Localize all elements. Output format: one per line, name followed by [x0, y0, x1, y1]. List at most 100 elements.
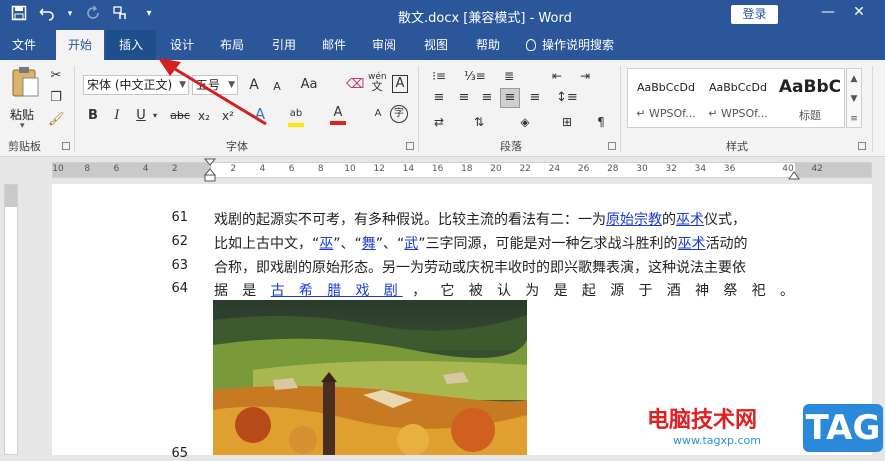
change-case-icon[interactable]: Aa: [298, 77, 320, 93]
hyperlink[interactable]: 古 希 腊 戏 剧: [271, 283, 403, 299]
style-wpsoffice-2[interactable]: AaBbCcDd ↵ WPSOf...: [702, 69, 774, 127]
scroll-up-icon[interactable]: ▲: [847, 69, 861, 89]
format-painter-icon[interactable]: 🖌: [48, 112, 65, 128]
ruler-number: 4: [142, 164, 149, 174]
touch-mode-icon[interactable]: [112, 5, 130, 23]
scroll-down-icon[interactable]: ▼: [847, 89, 861, 109]
paste-button[interactable]: 粘贴 ▾: [8, 66, 42, 131]
minimize-icon[interactable]: —: [820, 4, 836, 24]
vertical-ruler[interactable]: [0, 182, 22, 455]
increase-indent-icon[interactable]: ⇥: [576, 68, 594, 84]
paragraph-line[interactable]: 比如上古中文，“巫”、“舞”、“武”三字同源，可能是对一种乞求战斗胜利的巫术活动…: [214, 233, 794, 253]
shading-bucket-icon[interactable]: ◈: [516, 114, 534, 130]
phonetic-guide-icon[interactable]: wén 文: [368, 72, 387, 93]
hyperlink[interactable]: 原始宗教: [606, 212, 662, 228]
watermark-logo: TAG: [803, 404, 883, 452]
align-right-icon[interactable]: ≡: [478, 90, 496, 106]
tell-me-search[interactable]: 操作说明搜索: [526, 30, 638, 60]
line-spacing-icon[interactable]: ↕≡: [556, 90, 578, 106]
numbering-icon[interactable]: ⅓≡: [464, 68, 486, 84]
photo-image: [213, 300, 527, 455]
shading-icon[interactable]: A: [370, 106, 386, 122]
cut-icon[interactable]: ✂: [48, 68, 64, 84]
horizontal-ruler[interactable]: 10 8 6 4 2 2 4 6 8 10 12 14 16 18 20 22 24 26 28 30 32 34 36 40…: [0, 157, 885, 182]
undo-icon[interactable]: [38, 5, 56, 23]
right-indent-marker-icon[interactable]: [788, 169, 800, 181]
font-launcher-icon[interactable]: [406, 142, 414, 150]
undo-dropdown-icon[interactable]: ▾: [66, 5, 74, 23]
paragraph-launcher-icon[interactable]: [608, 142, 616, 150]
tab-help[interactable]: 帮助: [466, 30, 510, 60]
more-styles-icon[interactable]: ≡: [847, 109, 861, 129]
chevron-down-icon[interactable]: ▾: [150, 108, 160, 124]
tab-view[interactable]: 视图: [414, 30, 458, 60]
tab-layout[interactable]: 布局: [210, 30, 254, 60]
tab-insert[interactable]: 插入: [106, 30, 156, 60]
font-color-icon[interactable]: A: [330, 105, 346, 125]
tab-file[interactable]: 文件: [0, 30, 48, 60]
paragraph-line[interactable]: 合称，即戏剧的原始形态。另一为劳动或庆祝丰收时的即兴歌舞表演，这种说法主要依: [214, 257, 794, 277]
font-size-combo[interactable]: 五号 ▼: [192, 75, 238, 95]
clipboard-group-label: 剪贴板: [8, 140, 41, 153]
tab-design[interactable]: 设计: [160, 30, 204, 60]
paragraph-line[interactable]: 戏剧的起源实不可考，有多种假说。比较主流的看法有二：一为原始宗教的巫术仪式，: [214, 209, 794, 229]
hyperlink[interactable]: 巫术: [678, 236, 706, 252]
underline-button[interactable]: U: [134, 108, 148, 124]
character-border-icon[interactable]: A: [392, 75, 408, 93]
customize-icon[interactable]: ▾: [140, 5, 158, 23]
ruler-number: 22: [519, 164, 531, 174]
subscript-button[interactable]: x₂: [196, 108, 212, 124]
style-heading[interactable]: AaBbC 标题: [774, 69, 846, 127]
italic-button[interactable]: I: [110, 108, 124, 124]
hyperlink[interactable]: 舞: [362, 236, 376, 252]
login-button[interactable]: 登录: [731, 5, 778, 24]
borders-icon[interactable]: ⊞: [558, 114, 576, 130]
redo-icon[interactable]: [84, 5, 102, 23]
styles-launcher-icon[interactable]: [858, 142, 866, 150]
font-name-combo[interactable]: 宋体 (中文正文) ▼: [83, 75, 189, 95]
chinese-layout-icon[interactable]: ⇄: [430, 114, 448, 130]
ruler-number: 8: [317, 164, 324, 174]
justify-icon[interactable]: ≡: [500, 88, 520, 108]
tab-review[interactable]: 审阅: [362, 30, 406, 60]
strikethrough-button[interactable]: abc: [170, 108, 190, 124]
grow-font-icon[interactable]: A: [246, 77, 262, 93]
show-marks-icon[interactable]: ¶: [592, 114, 610, 130]
distributed-icon[interactable]: ≡: [526, 90, 544, 106]
bold-button[interactable]: B: [86, 108, 100, 124]
ruler-number: 6: [113, 164, 120, 174]
phonetic-sub-text: 文: [371, 80, 383, 93]
hyperlink[interactable]: 武: [404, 236, 418, 252]
paragraph-line[interactable]: 据 是 古 希 腊 戏 剧 ， 它 被 认 为 是 起 源 于 酒 神 祭 祀 …: [214, 280, 794, 300]
highlight-icon[interactable]: ab: [288, 105, 304, 127]
enclose-characters-icon[interactable]: 字: [390, 105, 408, 123]
indent-marker-icon[interactable]: [203, 157, 217, 182]
bullets-icon[interactable]: ⁝≡: [430, 68, 448, 84]
line-number: 64: [171, 281, 188, 296]
tab-mailings[interactable]: 邮件: [312, 30, 356, 60]
clear-format-icon[interactable]: ⌫: [346, 77, 364, 93]
styles-scroll[interactable]: ▲ ▼ ≡: [846, 68, 862, 128]
close-icon[interactable]: ✕: [851, 4, 867, 24]
hyperlink[interactable]: 巫术: [676, 212, 704, 228]
hyperlink[interactable]: 巫: [319, 236, 333, 252]
ruler-numbers: 10 8 6 4 2 2 4 6 8 10 12 14 16 18 20 22 24 26 28 30 32 34 36 40…: [52, 164, 872, 176]
decrease-indent-icon[interactable]: ⇤: [548, 68, 566, 84]
sort-icon[interactable]: ⇅: [470, 114, 488, 130]
style-wpsoffice-1[interactable]: AaBbCcDd ↵ WPSOf...: [630, 69, 702, 127]
text-run: ”三字同源，可能是对一种乞求战斗胜利的: [418, 236, 678, 252]
shrink-font-icon[interactable]: A: [270, 79, 284, 95]
text-effects-icon[interactable]: A: [252, 106, 268, 122]
clipboard-launcher-icon[interactable]: [62, 142, 70, 150]
paste-dropdown-icon[interactable]: ▾: [20, 121, 25, 131]
save-icon[interactable]: [10, 5, 28, 23]
tab-references[interactable]: 引用: [262, 30, 306, 60]
ruler-number: 6: [288, 164, 295, 174]
align-left-icon[interactable]: ≡: [430, 90, 448, 106]
superscript-button[interactable]: x²: [220, 108, 236, 124]
multilevel-list-icon[interactable]: ≣: [500, 68, 518, 84]
copy-icon[interactable]: ❐: [48, 90, 64, 106]
align-center-icon[interactable]: ≡: [455, 90, 473, 106]
landscape-photo[interactable]: [213, 300, 527, 455]
tab-home[interactable]: 开始: [56, 30, 104, 60]
